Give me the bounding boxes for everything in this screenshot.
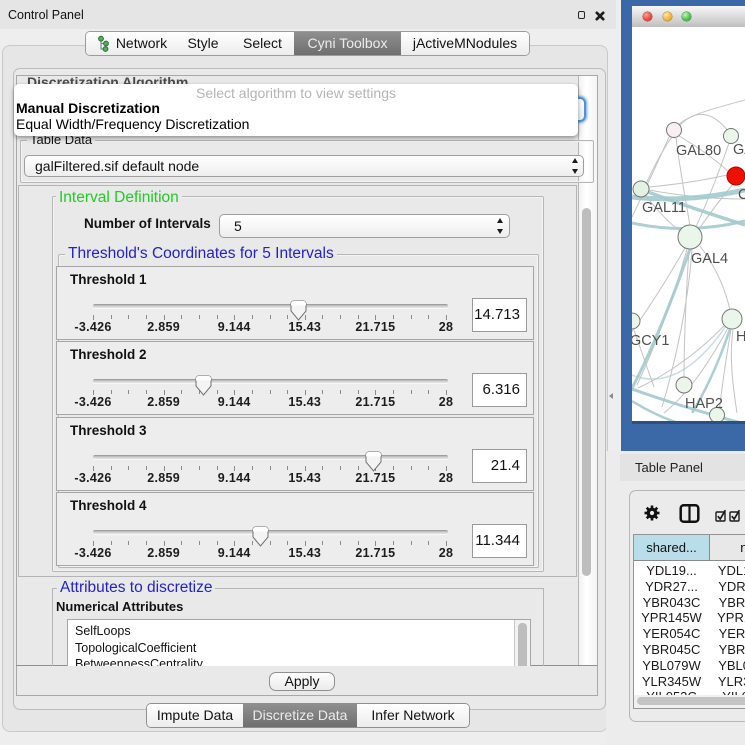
svg-text:GAL4: GAL4 — [691, 251, 728, 267]
svg-text:GAL11: GAL11 — [642, 200, 686, 216]
svg-text:CY: CY — [738, 187, 745, 203]
svg-text:GCY1: GCY1 — [632, 333, 670, 349]
svg-text:HAP2: HAP2 — [685, 396, 723, 412]
svg-text:HA: HA — [736, 329, 745, 345]
svg-text:GAL2: GAL2 — [733, 142, 745, 158]
svg-text:GAL80: GAL80 — [676, 143, 721, 159]
